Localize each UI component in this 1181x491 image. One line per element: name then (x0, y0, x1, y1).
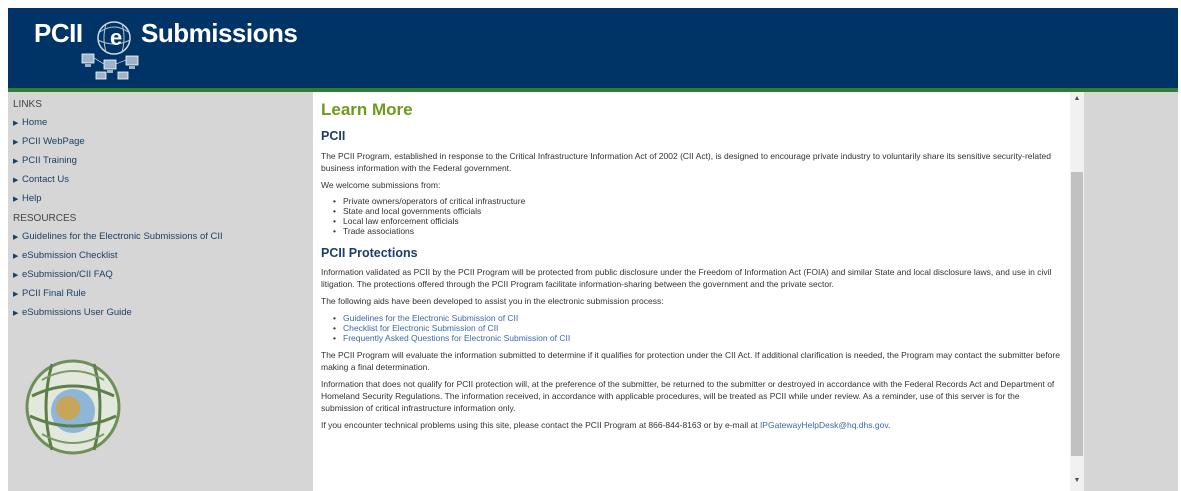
arrow-icon: ▶ (13, 291, 19, 298)
sidebar-link-user-guide[interactable]: ▶ eSubmissions User Guide (8, 307, 313, 320)
page-title: Learn More (321, 100, 413, 119)
list-item: State and local governments officials (333, 206, 1063, 216)
scroll-down-arrow-icon[interactable]: ▼ (1070, 476, 1084, 486)
arrow-icon: ▶ (13, 177, 19, 184)
pcii-intro-paragraph: The PCII Program, established in respons… (321, 151, 1051, 173)
aid-link-faq[interactable]: Frequently Asked Questions for Electroni… (333, 333, 1063, 343)
arrow-icon: ▶ (13, 310, 19, 317)
sidebar-link-checklist[interactable]: ▶ eSubmission Checklist (8, 250, 313, 263)
sidebar-link-contact-us[interactable]: ▶ Contact Us (8, 174, 313, 187)
helpdesk-email-link[interactable]: IPGatewayHelpDesk@hq.dhs.gov (760, 420, 888, 430)
list-item: Local law enforcement officials (333, 216, 1063, 226)
arrow-icon: ▶ (13, 234, 19, 241)
sidebar-link-home[interactable]: ▶ Home (8, 117, 313, 130)
sidebar-link-pcii-training[interactable]: ▶ PCII Training (8, 155, 313, 168)
logo-e-letter: e (110, 25, 122, 50)
right-margin-panel (1084, 92, 1178, 491)
pcii-heading: PCII (321, 129, 346, 143)
resources-section-title: RESOURCES (13, 213, 77, 224)
content-scrollbar[interactable]: ▲ ▼ (1070, 92, 1084, 491)
protections-paragraph: Information validated as PCII by the PCI… (321, 267, 1052, 289)
sidebar-link-pcii-webpage[interactable]: ▶ PCII WebPage (8, 136, 313, 149)
globe-network-icon (25, 359, 121, 455)
main-content: Learn More PCII The PCII Program, establ… (313, 92, 1070, 491)
contact-paragraph: If you encounter technical problems usin… (321, 420, 891, 430)
evaluation-paragraph: The PCII Program will evaluate the infor… (321, 350, 1060, 372)
sidebar-link-faq[interactable]: ▶ eSubmission/CII FAQ (8, 269, 313, 282)
arrow-icon: ▶ (13, 196, 19, 203)
disqualification-paragraph: Information that does not qualify for PC… (321, 379, 1055, 413)
arrow-icon: ▶ (13, 120, 19, 127)
sidebar-link-guidelines[interactable]: ▶ Guidelines for the Electronic Submissio… (8, 231, 313, 244)
sidebar: LINKS ▶ Home ▶ PCII WebPage ▶ PCII Training… (8, 92, 313, 491)
pcii-protections-heading: PCII Protections (321, 246, 418, 260)
welcome-paragraph: We welcome submissions from: (321, 180, 441, 190)
arrow-icon: ▶ (13, 253, 19, 260)
aids-list: Guidelines for the Electronic Submission… (321, 313, 1063, 343)
arrow-icon: ▶ (13, 272, 19, 279)
arrow-icon: ▶ (13, 139, 19, 146)
site-header: PCII e Submissions (8, 8, 1178, 90)
sidebar-link-final-rule[interactable]: ▶ PCII Final Rule (8, 288, 313, 301)
logo-text-submissions: Submissions (141, 18, 298, 48)
aid-link-checklist[interactable]: Checklist for Electronic Submission of C… (333, 323, 1063, 333)
pcii-esubmissions-logo[interactable]: PCII e Submissions (34, 18, 298, 82)
welcome-list: Private owners/operators of critical inf… (321, 196, 1063, 236)
aid-link-guidelines[interactable]: Guidelines for the Electronic Submission… (333, 313, 1063, 323)
arrow-icon: ▶ (13, 158, 19, 165)
sidebar-link-help[interactable]: ▶ Help (8, 193, 313, 206)
links-section-title: LINKS (13, 99, 42, 110)
aids-paragraph: The following aids have been developed t… (321, 296, 664, 306)
scroll-up-arrow-icon[interactable]: ▲ (1070, 94, 1084, 104)
list-item: Private owners/operators of critical inf… (333, 196, 1063, 206)
scrollbar-thumb[interactable] (1071, 172, 1083, 456)
list-item: Trade associations (333, 226, 1063, 236)
